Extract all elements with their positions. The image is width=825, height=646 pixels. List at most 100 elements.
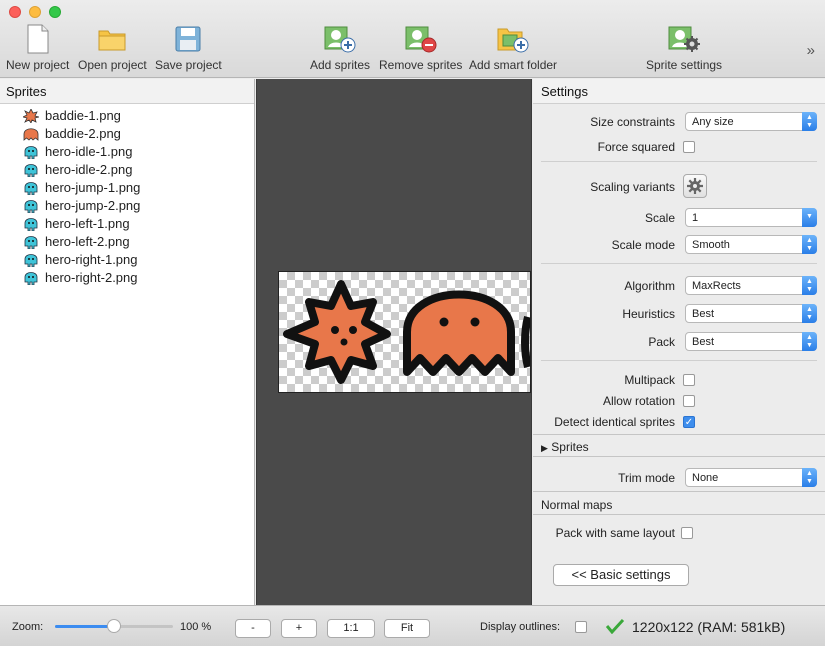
zoom-slider-fill <box>55 625 114 628</box>
sprite-list-item[interactable]: hero-idle-2.png <box>0 161 254 179</box>
zoom-actual-size-button[interactable]: 1:1 <box>327 619 375 638</box>
scaling-variants-button[interactable] <box>683 174 707 198</box>
add-smart-folder-button[interactable]: Add smart folder <box>469 24 557 74</box>
pack-select[interactable]: Best ▲ ▼ <box>685 332 817 351</box>
pack-same-layout-row: Pack with same layout <box>533 523 825 543</box>
settings-panel-title: Settings <box>533 79 825 104</box>
heuristics-select[interactable]: Best ▲ ▼ <box>685 304 817 323</box>
divider <box>533 434 825 435</box>
divider <box>541 263 817 264</box>
algorithm-select[interactable]: MaxRects ▲ ▼ <box>685 276 817 295</box>
sprite-list-item[interactable]: baddie-2.png <box>0 125 254 143</box>
disclosure-triangle-icon: ▶ <box>541 443 548 453</box>
sprite-list-item[interactable]: hero-right-2.png <box>0 269 254 287</box>
sprites-panel: Sprites baddie-1.png baddie-2.png hero-idl… <box>0 79 255 605</box>
sprite-list: baddie-1.png baddie-2.png hero-idle-1.png h… <box>0 104 254 287</box>
display-outlines-checkbox[interactable] <box>575 621 587 633</box>
hero-icon <box>23 253 39 268</box>
folder-icon <box>95 24 129 54</box>
select-arrows-icon: ▲ ▼ <box>802 304 817 323</box>
floppy-disk-icon <box>171 24 205 54</box>
baddie-ghost-sprite <box>403 290 515 376</box>
open-project-button[interactable]: Open project <box>78 24 147 74</box>
remove-sprites-button[interactable]: Remove sprites <box>379 24 462 74</box>
algorithm-row: Algorithm MaxRects ▲ ▼ <box>533 276 825 296</box>
multipack-checkbox[interactable] <box>683 374 695 386</box>
hero-icon <box>23 235 39 250</box>
save-project-button[interactable]: Save project <box>155 24 222 74</box>
select-arrows-icon: ▲ ▼ <box>802 468 817 487</box>
zoom-slider[interactable] <box>55 619 173 633</box>
baddie-star-icon <box>21 108 40 124</box>
sprite-filename: hero-jump-1.png <box>45 180 141 195</box>
pack-row: Pack Best ▲ ▼ <box>533 332 825 352</box>
sprite-list-item[interactable]: baddie-1.png <box>0 107 254 125</box>
zoom-in-button[interactable]: + <box>281 619 317 638</box>
select-arrows-icon: ▲ ▼ <box>802 332 817 351</box>
sprite-filename: hero-idle-2.png <box>45 162 133 177</box>
sprite-filename: hero-right-1.png <box>45 252 138 267</box>
sprite-list-item[interactable]: hero-right-1.png <box>0 251 254 269</box>
allow-rotation-checkbox[interactable] <box>683 395 695 407</box>
checkmark-icon <box>605 618 625 637</box>
zoom-label: Zoom: <box>12 621 44 633</box>
sprite-filename: hero-idle-1.png <box>45 144 133 159</box>
detect-identical-row: Detect identical sprites ✓ <box>554 415 695 429</box>
sprite-gear-icon <box>667 24 701 54</box>
sprite-list-item[interactable]: hero-jump-2.png <box>0 197 254 215</box>
zoom-slider-knob[interactable] <box>107 619 121 633</box>
select-arrows-icon: ▲ ▼ <box>802 276 817 295</box>
zoom-fit-button[interactable]: Fit <box>384 619 430 638</box>
toolbar: New project Open project Save project Ad… <box>0 0 825 78</box>
scaling-variants-row: Scaling variants <box>533 174 825 198</box>
pack-same-layout-checkbox[interactable] <box>681 527 693 539</box>
sprite-filename: hero-left-1.png <box>45 216 130 231</box>
multipack-row: Multipack <box>533 370 825 390</box>
sprite-filename: baddie-1.png <box>45 108 121 123</box>
hero-icon <box>23 271 39 286</box>
zoom-value: 100 % <box>180 621 212 633</box>
scale-mode-select[interactable]: Smooth ▲ ▼ <box>685 235 817 254</box>
sprite-settings-button[interactable]: Sprite settings <box>646 24 722 74</box>
sprite-filename: hero-jump-2.png <box>45 198 141 213</box>
sprite-list-item[interactable]: hero-jump-1.png <box>0 179 254 197</box>
gear-icon <box>687 178 703 194</box>
hero-icon <box>23 163 39 178</box>
close-window-button[interactable] <box>9 6 21 18</box>
zoom-out-button[interactable]: - <box>235 619 271 638</box>
toolbar-overflow-button[interactable]: » <box>807 42 815 59</box>
sprites-panel-title: Sprites <box>0 79 254 104</box>
sprite-filename: hero-left-2.png <box>45 234 130 249</box>
chevron-down-icon: ▼ <box>802 208 817 227</box>
display-outlines-label: Display outlines: <box>480 621 561 633</box>
minimize-window-button[interactable] <box>29 6 41 18</box>
select-arrows-icon: ▲ ▼ <box>802 235 817 254</box>
baddie-ghost-icon <box>23 127 39 141</box>
add-sprite-icon <box>323 24 357 54</box>
sprite-list-item[interactable]: hero-left-2.png <box>0 233 254 251</box>
sprite-list-item[interactable]: hero-idle-1.png <box>0 143 254 161</box>
trim-mode-select[interactable]: None ▲ ▼ <box>685 468 817 487</box>
divider <box>533 491 825 492</box>
add-sprites-button[interactable]: Add sprites <box>310 24 370 74</box>
sprites-section-toggle[interactable]: ▶ Sprites <box>541 440 589 454</box>
document-icon <box>21 24 55 54</box>
sprite-list-item[interactable]: hero-left-1.png <box>0 215 254 233</box>
force-squared-checkbox[interactable] <box>683 141 695 153</box>
new-project-button[interactable]: New project <box>6 24 69 74</box>
scale-combobox[interactable]: 1 ▼ <box>685 208 817 227</box>
allow-rotation-row: Allow rotation <box>533 391 825 411</box>
divider <box>533 456 825 457</box>
detect-identical-checkbox[interactable]: ✓ <box>683 416 695 428</box>
divider <box>541 161 817 162</box>
sprite-sheet-canvas[interactable] <box>256 79 532 605</box>
sheet-size-info: 1220x122 (RAM: 581kB) <box>632 619 786 635</box>
smart-folder-icon <box>496 24 530 54</box>
sprite-sheet-image <box>283 280 530 384</box>
basic-settings-button[interactable]: << Basic settings <box>553 564 689 586</box>
zoom-window-button[interactable] <box>49 6 61 18</box>
force-squared-row: Force squared <box>533 137 825 157</box>
select-arrows-icon: ▲ ▼ <box>802 112 817 131</box>
size-constraints-select[interactable]: Any size ▲ ▼ <box>685 112 817 131</box>
settings-panel: Settings Size constraints Any size ▲ ▼ For… <box>533 79 825 605</box>
